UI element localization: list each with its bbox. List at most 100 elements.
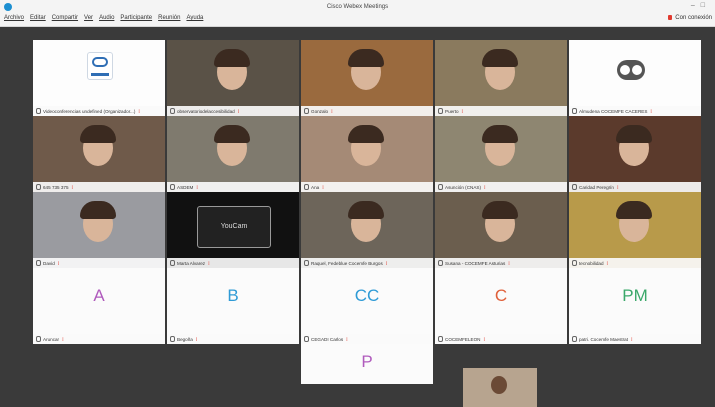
participant-name: ASDEM <box>177 184 194 190</box>
muted-icon: ⁞ <box>237 108 240 114</box>
participant-hair <box>214 49 250 67</box>
muted-icon: ⁞ <box>631 336 633 342</box>
participant-name: Caridad Peregrín <box>579 184 614 190</box>
minimize-icon[interactable]: – <box>691 2 701 9</box>
participant-name: Susana - COCEMFE Asturias <box>445 260 506 266</box>
participant-name-bar: Marta Alvarez ⁞ <box>167 258 299 268</box>
microphone-icon <box>438 260 443 266</box>
participant-tile[interactable]: 645 735 375 ⁞ <box>33 116 165 192</box>
connection-status[interactable]: Con conexión <box>668 15 712 21</box>
participant-hair <box>348 125 384 143</box>
participant-tile[interactable]: CC CEGADI Carlos ⁞ <box>301 268 433 344</box>
participant-tile[interactable]: C COCEMFELEON ⁞ <box>435 268 567 344</box>
menu-item-archivo[interactable]: Archivo <box>4 15 24 21</box>
participant-tile[interactable]: Almudena COCEMFE CACERES ⁞ <box>569 40 701 116</box>
cocemfe-logo-icon <box>87 52 113 80</box>
self-view-video[interactable] <box>463 368 537 407</box>
participant-name-bar: 645 735 375 ⁞ <box>33 182 165 192</box>
participant-hair <box>482 125 518 143</box>
menu-item-audio[interactable]: Audio <box>99 15 114 21</box>
muted-icon: ⁞ <box>62 336 64 342</box>
participant-initials: CC <box>354 286 380 305</box>
muted-icon: ⁞ <box>461 108 464 114</box>
participant-tile[interactable]: Susana - COCEMFE Asturias ⁞ <box>435 192 567 268</box>
menu-item-ver[interactable]: Ver <box>84 15 93 21</box>
participant-name: patri. Cocemfe Maestrat <box>579 336 629 342</box>
youcam-placeholder: YouCam <box>197 206 271 248</box>
participant-tile[interactable]: David ⁞ <box>33 192 165 268</box>
participant-tile[interactable]: observatoriodelaccesibilidad ⁞ <box>167 40 299 116</box>
participant-tile[interactable]: YouCam Marta Alvarez ⁞ <box>167 192 299 268</box>
muted-icon: ⁞ <box>483 336 486 342</box>
participant-tile[interactable]: B Begoña ⁞ <box>167 268 299 344</box>
participant-name: Puerto <box>445 108 459 114</box>
muted-icon: ⁞ <box>195 336 198 342</box>
microphone-icon <box>36 260 41 266</box>
muted-icon: ⁞ <box>57 260 60 266</box>
participant-name-bar: observatoriodelaccesibilidad ⁞ <box>167 106 299 116</box>
participant-tile[interactable]: Ana ⁞ <box>301 116 433 192</box>
microphone-icon <box>572 184 577 190</box>
muted-icon: ⁞ <box>331 108 333 114</box>
participant-tile[interactable]: A Aruncar ⁞ <box>33 268 165 344</box>
participant-name-bar: patri. Cocemfe Maestrat ⁞ <box>569 334 701 344</box>
participant-tile[interactable]: Caridad Peregrín ⁞ <box>569 116 701 192</box>
muted-icon: ⁞ <box>208 260 210 266</box>
microphone-icon <box>36 108 41 114</box>
participant-name: Almudena COCEMFE CACERES <box>579 108 648 114</box>
participant-name: Asunción (CNAS) <box>445 184 481 190</box>
muted-icon: ⁞ <box>508 260 510 266</box>
menu-item-reunion[interactable]: Reunión <box>158 15 180 21</box>
video-stage: Videoconferencias undefined (Organizador… <box>0 27 715 407</box>
participant-name: Raquel, Fedeblue Cocemfe Burgos <box>311 260 383 266</box>
participant-tile[interactable]: Puerto ⁞ <box>435 40 567 116</box>
microphone-icon <box>572 108 577 114</box>
microphone-icon <box>170 260 175 266</box>
muted-icon: ⁞ <box>346 336 348 342</box>
connection-icon <box>668 15 673 20</box>
participant-tile[interactable]: Asunción (CNAS) ⁞ <box>435 116 567 192</box>
participant-initials: A <box>93 286 105 305</box>
window-controls[interactable]: –□ <box>691 2 711 9</box>
maximize-icon[interactable]: □ <box>701 2 711 9</box>
self-view-face <box>491 376 507 394</box>
muted-icon: ⁞ <box>196 184 198 190</box>
participant-name: Begoña <box>177 336 193 342</box>
microphone-icon <box>572 336 577 342</box>
participant-initials: P <box>361 352 373 371</box>
participant-tile[interactable]: P <box>301 344 433 384</box>
participant-initials: B <box>227 286 239 305</box>
menu-item-participante[interactable]: Participante <box>120 15 152 21</box>
participant-name-bar: Asunción (CNAS) ⁞ <box>435 182 567 192</box>
participant-name: Ana <box>311 184 320 190</box>
microphone-icon <box>36 184 41 190</box>
menu-item-editar[interactable]: Editar <box>30 15 46 21</box>
participant-hair <box>214 125 250 143</box>
participant-hair <box>80 125 116 143</box>
microphone-icon <box>438 336 443 342</box>
participant-hair <box>482 201 518 219</box>
microphone-icon <box>304 184 309 190</box>
participant-name: tecnobilidad <box>579 260 604 266</box>
menu-item-compartir[interactable]: Compartir <box>52 15 78 21</box>
participant-hair <box>348 201 384 219</box>
window-title: Cisco Webex Meetings <box>326 4 389 10</box>
participant-tile[interactable]: Videoconferencias undefined (Organizador… <box>33 40 165 116</box>
participant-name-bar: Videoconferencias undefined (Organizador… <box>33 106 165 116</box>
participant-name-bar: ASDEM ⁞ <box>167 182 299 192</box>
participant-tile[interactable]: Gonzalo ⁞ <box>301 40 433 116</box>
participant-name-bar: Raquel, Fedeblue Cocemfe Burgos ⁞ <box>301 258 433 268</box>
participant-tile[interactable]: PM patri. Cocemfe Maestrat ⁞ <box>569 268 701 344</box>
participant-tile[interactable]: Raquel, Fedeblue Cocemfe Burgos ⁞ <box>301 192 433 268</box>
microphone-icon <box>304 260 309 266</box>
participant-name: David <box>43 260 55 266</box>
menu-item-ayuda[interactable]: Ayuda <box>186 15 203 21</box>
participant-name-bar: Puerto ⁞ <box>435 106 567 116</box>
participant-tile[interactable]: tecnobilidad ⁞ <box>569 192 701 268</box>
microphone-icon <box>170 336 175 342</box>
title-bar: Cisco Webex Meetings –□ Archivo Editar C… <box>0 0 715 27</box>
participant-name: CEGADI Carlos <box>311 336 344 342</box>
participant-name: Gonzalo <box>311 108 329 114</box>
participant-tile[interactable]: ASDEM ⁞ <box>167 116 299 192</box>
microphone-icon <box>304 336 309 342</box>
